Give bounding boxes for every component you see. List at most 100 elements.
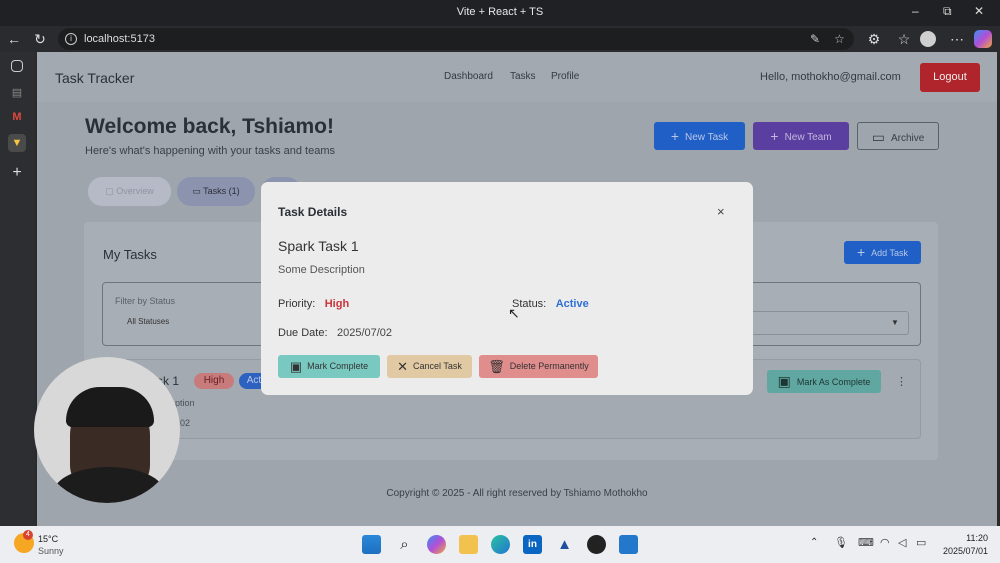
collections-icon[interactable]: ▤ [8, 84, 26, 102]
app-brand[interactable]: Task Tracker [55, 70, 134, 86]
mark-as-complete-button[interactable]: ▣ Mark As Complete [767, 370, 881, 393]
priority-field: Priority: High [278, 294, 349, 312]
url-text: localhost:5173 [84, 33, 155, 45]
logout-button[interactable]: Logout [920, 63, 980, 92]
file-explorer-icon[interactable] [459, 535, 478, 554]
x-icon: ✕ [397, 359, 409, 374]
more-options-icon[interactable]: ⋮ [896, 375, 907, 388]
edge-icon[interactable] [491, 535, 510, 554]
priority-badge: High [194, 373, 234, 389]
trash-icon: 🗑 [488, 359, 505, 374]
due-date-value: 2025/07/02 [336, 327, 393, 339]
site-info-icon[interactable]: i [65, 33, 77, 45]
app-header: Task Tracker Dashboard Tasks Profile Hel… [37, 52, 997, 102]
add-icon[interactable]: + [8, 164, 26, 182]
new-team-button[interactable]: + New Team [753, 122, 849, 150]
battery-icon[interactable]: ▭ [916, 536, 926, 549]
github-icon[interactable] [587, 535, 606, 554]
reload-icon[interactable]: ↻ [30, 29, 50, 49]
back-icon[interactable]: ← [4, 29, 24, 49]
favorites-icon[interactable]: ☆ [894, 29, 914, 49]
windows-taskbar: 4 15°C Sunny ⌕ in ▲ ⌃ 🎙 ⌨ ◠ ◁ ▭ 11:20 20… [0, 526, 1000, 563]
restore-icon[interactable]: ⧉ [943, 4, 952, 19]
keyboard-icon[interactable]: ⌨ [858, 536, 874, 549]
priority-value: High [324, 298, 350, 310]
nav-dashboard[interactable]: Dashboard [444, 71, 493, 82]
status-dropdown[interactable]: ▼ [743, 311, 909, 335]
status-field: Status: Active [512, 294, 589, 312]
azure-icon[interactable]: ▲ [555, 535, 574, 554]
nav-tasks[interactable]: Tasks [510, 71, 536, 82]
footer: Copyright © 2025 - All right reserved by… [386, 488, 648, 499]
briefcase-icon: ▭ [192, 186, 204, 196]
chevron-down-icon: ▼ [891, 318, 899, 327]
close-icon[interactable]: × [717, 204, 725, 219]
headphones-icon [66, 387, 154, 427]
tabs-icon[interactable] [11, 60, 23, 72]
browser-sidebar: ▤ M ▼ + [0, 52, 35, 526]
tab-overview[interactable]: ▢ Overview [88, 177, 171, 206]
profile-avatar[interactable] [920, 31, 936, 47]
clipboard-icon: ▣ [289, 359, 303, 374]
minimize-icon[interactable]: – [912, 4, 919, 18]
overview-icon: ▢ [105, 186, 117, 196]
status-value: Active [555, 298, 589, 310]
clock-time[interactable]: 11:20 [940, 533, 988, 543]
plus-icon: + [770, 128, 779, 144]
plus-icon: + [856, 244, 866, 260]
clipboard-icon: ▣ [777, 373, 791, 389]
filter-select[interactable]: All Statuses [127, 317, 169, 326]
address-bar[interactable]: i localhost:5173 ✎ ☆ [58, 28, 854, 50]
browser-title-bar: Vite + React + TS – ⧉ ✕ [0, 0, 1000, 26]
linkedin-icon[interactable]: in [523, 535, 542, 554]
delete-permanently-button[interactable]: 🗑 Delete Permanently [479, 355, 598, 378]
nav-profile[interactable]: Profile [551, 71, 579, 82]
my-tasks-title: My Tasks [103, 247, 157, 262]
vscode-icon[interactable] [619, 535, 638, 554]
extensions-icon[interactable]: ⚙ [864, 29, 884, 49]
browser-nav-bar: ← ↻ i localhost:5173 ✎ ☆ ⚙ ☆ ⋯ [0, 26, 1000, 52]
plus-icon: + [670, 128, 679, 144]
chevron-up-icon[interactable]: ⌃ [810, 537, 818, 548]
webcam-overlay [34, 357, 180, 503]
cancel-task-button[interactable]: ✕ Cancel Task [387, 355, 472, 378]
task-row-description: ption [175, 398, 195, 408]
filter-label: Filter by Status [115, 296, 176, 306]
copilot-taskbar-icon[interactable] [427, 535, 446, 554]
edit-icon[interactable]: ✎ [810, 28, 820, 50]
tab-tasks[interactable]: ▭ Tasks (1) [177, 177, 255, 206]
weather-badge: 4 [23, 530, 33, 540]
gmail-icon[interactable]: M [8, 108, 26, 126]
favorite-star-icon[interactable]: ☆ [834, 28, 845, 50]
task-name: Spark Task 1 [278, 238, 359, 254]
welcome-subtitle: Here's what's happening with your tasks … [85, 145, 335, 157]
welcome-title: Welcome back, Tshiamo! [85, 115, 334, 138]
due-date-label: Due Date: [278, 327, 328, 339]
more-icon[interactable]: ⋯ [947, 29, 967, 49]
browser-tab-title: Vite + React + TS [456, 6, 544, 18]
windows-start-icon[interactable] [362, 535, 381, 554]
due-date-field: Due Date: 2025/07/02 [278, 323, 392, 341]
copilot-icon[interactable] [974, 30, 992, 48]
user-greeting: Hello, mothokho@gmail.com [760, 71, 901, 83]
microphone-icon[interactable]: 🎙 [834, 536, 848, 549]
new-task-button[interactable]: + New Task [654, 122, 745, 150]
wifi-icon[interactable]: ◠ [880, 536, 890, 549]
search-icon[interactable]: ⌕ [395, 535, 414, 554]
mouse-cursor-icon: ↖ [508, 305, 520, 321]
mark-complete-button[interactable]: ▣ Mark Complete [278, 355, 380, 378]
weather-temp: 15°C [38, 534, 59, 544]
vite-app-icon[interactable]: ▼ [8, 134, 26, 152]
weather-desc: Sunny [38, 546, 64, 556]
add-task-button[interactable]: + Add Task [844, 241, 921, 264]
archive-button[interactable]: ▭ Archive [857, 122, 939, 150]
volume-icon[interactable]: ◁ [898, 536, 906, 549]
modal-title: Task Details [278, 205, 348, 219]
task-row-date: 02 [180, 418, 191, 428]
clock-date[interactable]: 2025/07/01 [930, 546, 988, 556]
priority-label: Priority: [278, 298, 316, 310]
close-window-icon[interactable]: ✕ [974, 4, 984, 18]
task-details-modal: Task Details × Spark Task 1 Some Descrip… [261, 182, 753, 395]
archive-icon: ▭ [871, 129, 885, 145]
task-description: Some Description [278, 264, 365, 276]
